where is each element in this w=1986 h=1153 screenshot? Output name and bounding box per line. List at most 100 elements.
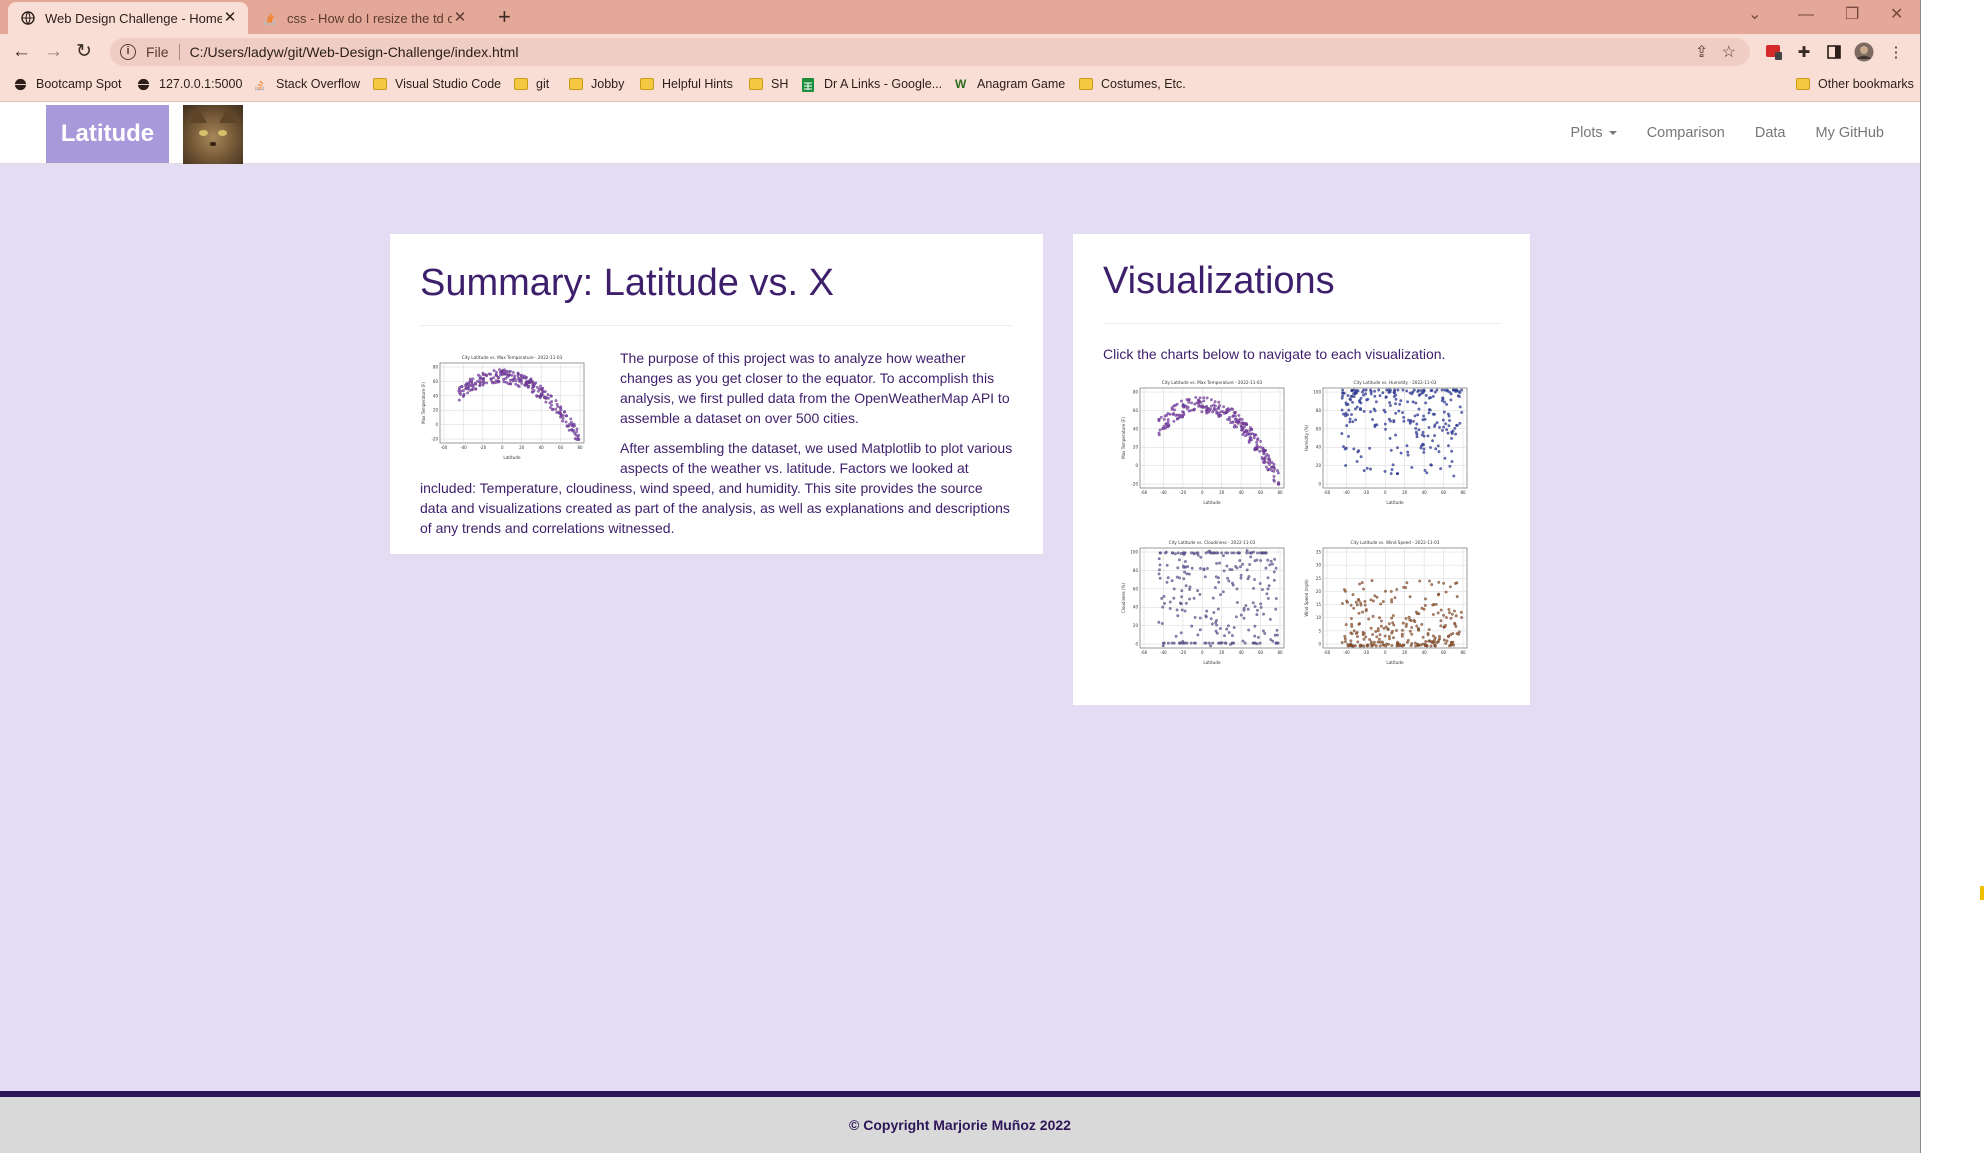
data-point <box>1235 601 1239 604</box>
bookmark-item[interactable]: Helpful Hints <box>640 77 733 91</box>
brand-logo[interactable]: Latitude <box>46 105 169 163</box>
data-point <box>1407 615 1411 619</box>
data-point <box>1367 617 1371 621</box>
data-point <box>1264 465 1268 469</box>
data-point <box>1235 587 1239 591</box>
address-bar[interactable]: i File C:/Users/ladyw/git/Web-Design-Cha… <box>110 38 1750 66</box>
cat-photo <box>183 105 243 164</box>
back-icon[interactable]: ← <box>12 40 31 64</box>
data-point <box>1259 602 1263 606</box>
bookmark-item[interactable]: Costumes, Etc. <box>1079 77 1186 91</box>
data-point <box>1450 432 1454 435</box>
bookmark-item[interactable]: git <box>514 77 549 91</box>
data-point <box>1388 637 1391 641</box>
data-point <box>1372 640 1376 644</box>
tab-active[interactable]: Web Design Challenge - Home ✕ <box>8 2 248 34</box>
data-point <box>1358 622 1361 625</box>
cloudiness-chart-link[interactable]: City Latitude vs. Cloudiness - 2022-11-0… <box>1120 536 1290 666</box>
tab-search-icon[interactable]: ⌄ <box>1748 4 1761 26</box>
data-point <box>1433 412 1436 416</box>
data-point <box>1441 418 1445 422</box>
close-window-icon[interactable]: ✕ <box>1890 4 1903 26</box>
side-panel-icon[interactable] <box>1824 42 1844 62</box>
bookmark-item[interactable]: 127.0.0.1:5000 <box>137 77 242 91</box>
data-point <box>481 371 485 375</box>
data-point <box>1196 553 1200 557</box>
data-point <box>1421 635 1425 639</box>
bookmark-item[interactable]: Jobby <box>569 77 624 91</box>
data-point <box>525 381 529 385</box>
data-point <box>1429 446 1432 449</box>
data-point <box>1349 603 1353 607</box>
data-point <box>1245 551 1249 555</box>
close-tab-icon[interactable]: ✕ <box>452 10 468 26</box>
wind-speed-chart-link[interactable]: City Latitude vs. Wind Speed - 2022-11-0… <box>1303 536 1473 666</box>
data-point <box>1252 587 1256 590</box>
sheets-icon <box>802 78 816 92</box>
close-tab-icon[interactable]: ✕ <box>222 10 238 26</box>
data-point <box>1259 551 1262 555</box>
profile-avatar-icon[interactable] <box>1854 42 1874 62</box>
data-point <box>1352 447 1356 451</box>
new-tab-icon[interactable]: + <box>498 4 511 30</box>
data-point <box>511 379 515 383</box>
data-point <box>1437 580 1441 584</box>
data-point <box>535 385 539 389</box>
extension-red-icon[interactable] <box>1764 42 1784 62</box>
bookmark-item[interactable]: W Anagram Game <box>955 77 1065 91</box>
y-tick-label: 80 <box>1133 568 1139 573</box>
reload-icon[interactable]: ↻ <box>76 40 92 64</box>
data-point <box>489 372 492 376</box>
x-tick-label: 80 <box>577 445 583 450</box>
data-point <box>1248 563 1252 566</box>
nav-data[interactable]: Data <box>1755 125 1786 141</box>
data-point <box>1448 464 1452 468</box>
minimize-icon[interactable]: — <box>1798 4 1814 26</box>
nav-github[interactable]: My GitHub <box>1816 125 1885 141</box>
data-point <box>1200 410 1204 414</box>
x-tick-label: 80 <box>1460 650 1466 655</box>
data-point <box>1406 453 1410 457</box>
bookmark-item[interactable]: Stack Overflow <box>254 77 360 91</box>
menu-kebab-icon[interactable]: ⋮ <box>1886 42 1906 62</box>
data-point <box>1250 432 1254 436</box>
data-point <box>1387 642 1390 646</box>
y-tick-label: 10 <box>1316 615 1322 620</box>
data-point <box>1375 635 1379 639</box>
data-point <box>1387 634 1391 638</box>
data-point <box>1276 471 1280 475</box>
data-point <box>1352 629 1356 633</box>
nav-plots-dropdown[interactable]: Plots <box>1570 125 1617 141</box>
bookmark-item[interactable]: SH <box>749 77 788 91</box>
other-bookmarks[interactable]: Other bookmarks <box>1796 77 1914 91</box>
data-point <box>1384 625 1388 629</box>
data-point <box>1263 551 1267 555</box>
data-point <box>1225 564 1229 568</box>
data-point <box>1165 413 1169 417</box>
share-star-icons[interactable]: ⇪ ☆ <box>1695 42 1736 62</box>
x-tick-label: 60 <box>1441 490 1447 495</box>
data-point <box>1188 588 1191 591</box>
extensions-puzzle-icon[interactable]: ✚ <box>1794 42 1814 62</box>
data-point <box>1168 607 1172 610</box>
temperature-chart-link[interactable]: City Latitude vs. Max Temperature - 2022… <box>1120 376 1290 506</box>
restore-icon[interactable]: ❐ <box>1845 4 1859 26</box>
data-point <box>1163 601 1166 605</box>
data-point <box>1369 388 1372 392</box>
bookmark-item[interactable]: Dr A Links - Google... <box>802 77 942 92</box>
data-point <box>1158 563 1162 567</box>
data-point <box>1255 440 1259 444</box>
data-point <box>1178 576 1181 580</box>
bookmark-item[interactable]: Visual Studio Code <box>373 77 501 91</box>
humidity-chart-link[interactable]: City Latitude vs. Humidity - 2022-11-03 -… <box>1303 376 1473 506</box>
data-point <box>504 377 507 380</box>
tab-inactive[interactable]: css - How do I resize the td of a t ✕ <box>252 2 478 34</box>
bookmark-item[interactable]: Bootcamp Spot <box>14 77 121 91</box>
info-icon[interactable]: i <box>120 44 136 60</box>
data-point <box>1417 428 1421 432</box>
data-point <box>1165 563 1169 567</box>
data-point <box>466 391 469 395</box>
nav-comparison[interactable]: Comparison <box>1647 125 1725 141</box>
forward-icon[interactable]: → <box>44 40 63 64</box>
data-point <box>1440 429 1444 432</box>
